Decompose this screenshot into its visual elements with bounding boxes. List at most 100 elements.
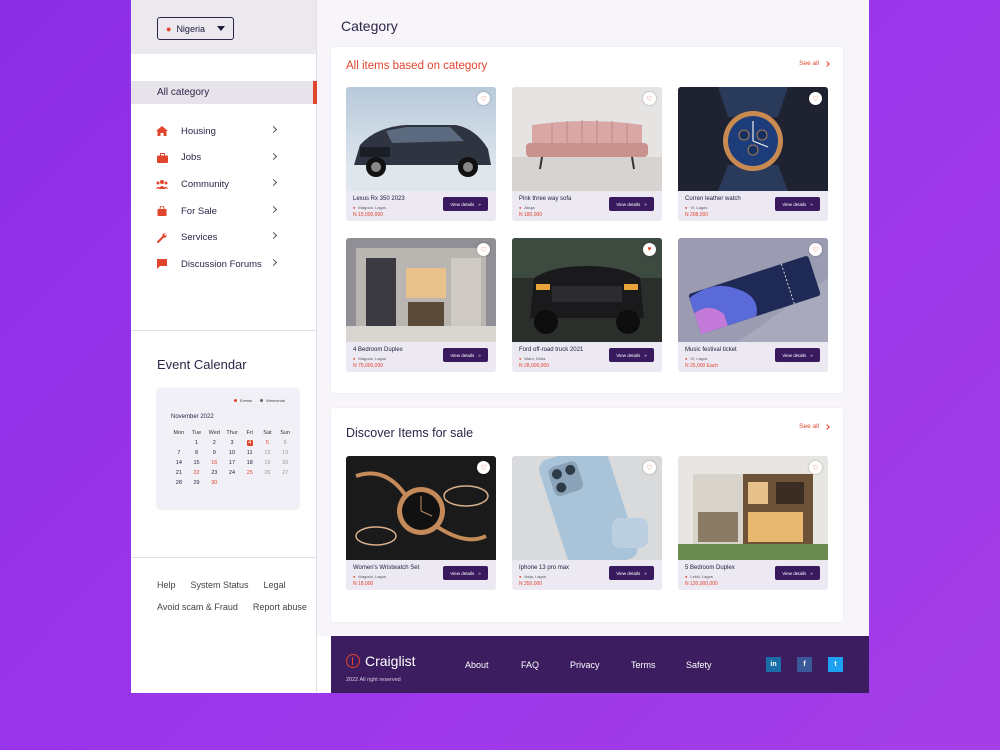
calendar-day[interactable]: 28 [170,480,188,486]
calendar-day[interactable]: 2 [205,440,223,446]
heart-icon[interactable]: ♡ [809,243,822,256]
country-select[interactable]: ● Nigeria [157,17,234,40]
heart-icon[interactable]: ♡ [809,92,822,105]
sidebar-item-label: Discussion Forums [181,258,262,270]
chat-icon [156,259,168,270]
calendar-day[interactable]: 20 [276,460,294,466]
item-location-text: Ikeja, Lagos [524,574,546,579]
calendar-day-today[interactable]: 4 [241,440,259,446]
calendar-day[interactable]: 29 [188,480,206,486]
item-card[interactable]: ♡ 4 Bedroom Duplex ● Magodo, Lagos N 75,0… [346,238,496,372]
avoid-scam-link[interactable]: Avoid scam & Fraud [157,596,238,618]
calendar-day[interactable]: 9 [205,450,223,456]
item-card[interactable]: ♡ Iphone 13 pro max ● Ikeja, Lagos N 350,… [512,456,662,590]
calendar-day[interactable]: 25 [241,470,259,476]
briefcase-icon [156,152,168,163]
item-image-car [346,87,496,191]
view-details-button[interactable]: View details» [609,348,654,362]
calendar-day[interactable]: 30 [205,480,223,486]
sidebar-item-for-sale[interactable]: For Sale [131,198,317,225]
item-card[interactable]: ♡ Lexus Rx 350 2023 ● Magodo, Lagos N 15,… [346,87,496,221]
day-header: Mon [173,430,185,436]
calendar-day[interactable]: 14 [170,460,188,466]
view-details-button[interactable]: View details» [443,197,488,211]
sidebar-item-discussion-forums[interactable]: Discussion Forums [131,251,317,278]
item-info: 5 Bedroom Duplex ● Lekki, Lagos N 120,000… [678,560,828,590]
calendar-day[interactable]: 7 [170,450,188,456]
day-header: Wed [208,430,220,436]
heart-icon[interactable]: ♡ [809,461,822,474]
footer-link-privacy[interactable]: Privacy [570,660,600,670]
item-card[interactable]: ♡ Music festival ticket ● VI, Lagos N 25,… [678,238,828,372]
button-label: View details [616,352,641,358]
view-details-button[interactable]: View details» [609,197,654,211]
view-details-button[interactable]: View details» [443,348,488,362]
calendar-day[interactable]: 24 [223,470,241,476]
calendar-day[interactable]: 12 [259,450,277,456]
item-card[interactable]: ♥ Ford off-road truck 2021 ● Warri, Delta… [512,238,662,372]
calendar-day[interactable]: 8 [188,450,206,456]
location-pin-icon: ● [685,574,688,579]
footer-link-faq[interactable]: FAQ [521,660,539,670]
twitter-icon[interactable]: t [828,657,843,672]
heart-icon[interactable]: ♡ [643,461,656,474]
brand-logo[interactable]: Craiglist [346,653,416,669]
view-details-button[interactable]: View details» [775,566,820,580]
calendar-day[interactable]: 15 [188,460,206,466]
calendar-day[interactable]: 5 [259,440,277,446]
footer-link-terms[interactable]: Terms [631,660,656,670]
item-price: N 18,000 [353,581,374,587]
calendar-day[interactable]: 19 [259,460,277,466]
location-pin-icon: ● [519,205,522,210]
calendar-day[interactable]: 11 [241,450,259,456]
calendar-day[interactable]: 16 [205,460,223,466]
calendar-grid: Mon Tue Wed Thur Fri Sat Sun 123456 7891… [170,430,294,486]
item-card[interactable]: ♡ Curren leather watch ● VI, Lagos N 208,… [678,87,828,221]
calendar-day[interactable]: 13 [276,450,294,456]
sidebar-item-housing[interactable]: Housing [131,118,317,145]
double-chevron-icon: » [644,352,647,358]
calendar-day[interactable]: 18 [241,460,259,466]
item-location: ● Magodo, Lagos [353,356,386,361]
sidebar-item-jobs[interactable]: Jobs [131,145,317,172]
system-status-link[interactable]: System Status [191,574,249,596]
calendar-day[interactable]: 23 [205,470,223,476]
calendar-day[interactable]: 27 [276,470,294,476]
calendar-day[interactable]: 10 [223,450,241,456]
view-details-button[interactable]: View details» [443,566,488,580]
heart-icon[interactable]: ♡ [477,461,490,474]
view-details-button[interactable]: View details» [609,566,654,580]
sidebar-item-services[interactable]: Services [131,224,317,251]
calendar-day[interactable]: 3 [223,440,241,446]
see-all-link[interactable]: See all [799,60,830,67]
calendar-day[interactable]: 1 [188,440,206,446]
facebook-icon[interactable]: f [797,657,812,672]
legend-events: Events [239,398,253,403]
view-details-button[interactable]: View details» [775,348,820,362]
legal-link[interactable]: Legal [264,574,286,596]
item-card[interactable]: ♡ Women's Wristwatch Set ● Magodo, Lagos … [346,456,496,590]
calendar-day[interactable] [170,440,188,446]
view-details-button[interactable]: View details» [775,197,820,211]
calendar-day[interactable]: 17 [223,460,241,466]
footer-link-safety[interactable]: Safety [686,660,712,670]
sidebar-item-all-category[interactable]: All category [131,81,317,104]
calendar-day[interactable]: 26 [259,470,277,476]
heart-icon[interactable]: ♡ [477,92,490,105]
heart-icon-filled[interactable]: ♥ [643,243,656,256]
calendar-day[interactable]: 6 [276,440,294,446]
heart-icon[interactable]: ♡ [477,243,490,256]
footer-link-about[interactable]: About [465,660,489,670]
heart-icon[interactable]: ♡ [643,92,656,105]
double-chevron-icon: » [810,570,813,576]
item-card[interactable]: ♡ Pink three way sofa ● Abuja N 180,000 V… [512,87,662,221]
calendar-day[interactable]: 21 [170,470,188,476]
linkedin-icon[interactable]: in [766,657,781,672]
item-location: ● Magodo, Lagos [353,574,386,579]
calendar-day[interactable]: 22 [188,470,206,476]
item-card[interactable]: ♡ 5 Bedroom Duplex ● Lekki, Lagos N 120,0… [678,456,828,590]
help-link[interactable]: Help [157,574,176,596]
sidebar-item-community[interactable]: Community [131,171,317,198]
see-all-link[interactable]: See all [799,423,830,430]
report-abuse-link[interactable]: Report abuse [253,596,307,618]
